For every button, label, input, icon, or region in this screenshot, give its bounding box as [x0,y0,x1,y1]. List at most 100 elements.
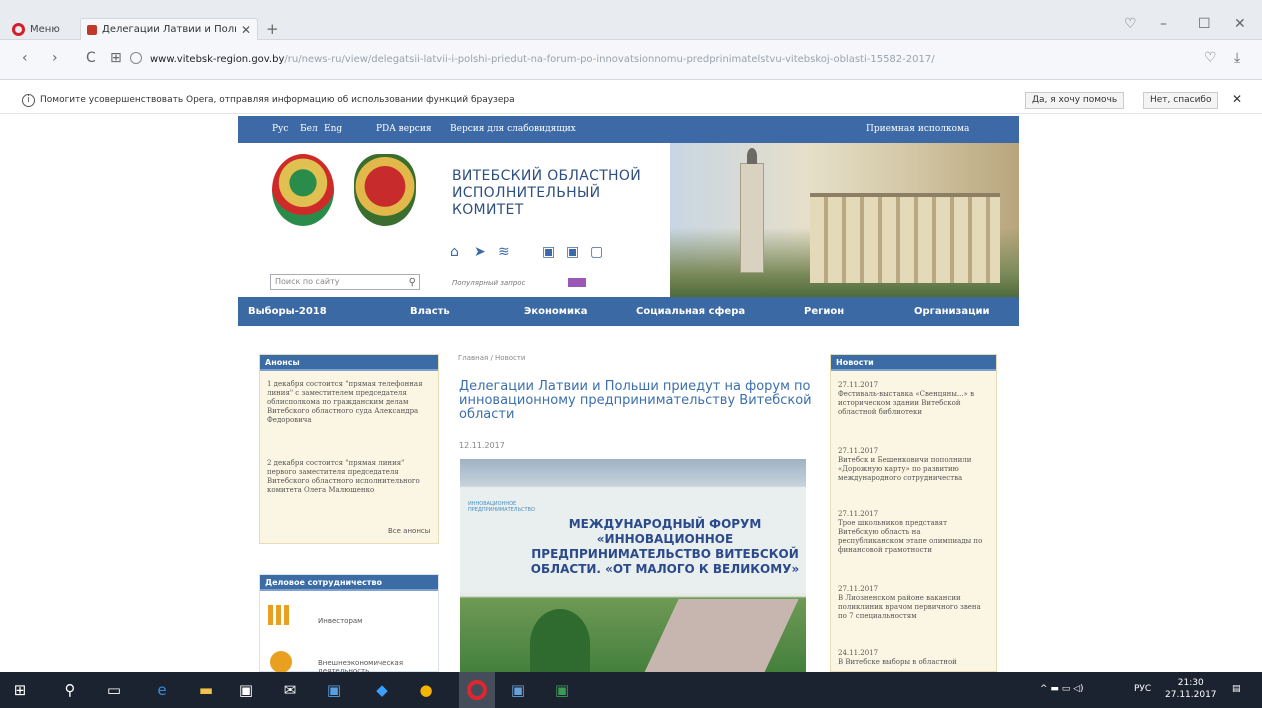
reception-link[interactable]: Приемная исполкома [866,124,969,134]
infobar-yes-button[interactable]: Да, я хочу помочь [1025,92,1125,109]
city-hall-tower [740,148,764,273]
address-bar-row: ‹ › C ⊞ www.vitebsk-region.gov.by/ru/new… [0,40,1262,80]
vitebsk-coat-of-arms-logo [354,154,416,226]
news-text: Фестиваль-выставка «Свенцяны...» в истор… [838,390,975,416]
announcement-item[interactable]: 2 декабря состоится "прямая линия" перво… [267,459,427,495]
input-language[interactable]: РУС [1134,684,1151,694]
store-icon[interactable]: ▣ [236,680,256,700]
minimize-button[interactable]: – [1160,16,1167,32]
globe-icon [130,52,142,64]
rss-icon[interactable]: ≋ [498,244,510,260]
opera-menu-label: Меню [30,23,60,35]
nav-government[interactable]: Власть [410,306,450,317]
info-icon: i [22,94,35,107]
globe-icon [270,651,292,673]
banner-overlay: ИННОВАЦИОННОЕ ПРЕДПРИНИМАТЕЛЬСТВО МЕЖДУН… [460,487,806,593]
home-icon[interactable]: ⌂ [450,244,459,260]
news-date: 27.11.2017 [838,510,879,518]
system-tray-icons[interactable]: ^ ▬ ▭ ◁) [1040,684,1084,694]
news-date: 24.11.2017 [838,649,879,657]
new-tab-button[interactable]: + [266,18,279,40]
article-title: Делегации Латвии и Польши приедут на фор… [459,379,812,422]
ok-icon[interactable]: ▣ [542,244,555,260]
tab-title: Делегации Латвии и Поль [102,24,236,35]
telegram-icon[interactable]: ➤ [474,244,486,260]
url-host: www.vitebsk-region.gov.by [150,54,285,65]
low-vision-link[interactable]: Версия для слабовидящих [450,124,576,134]
news-title: Новости [831,355,996,371]
lang-by-link[interactable]: Бел [300,124,318,134]
app-icon[interactable]: ▣ [324,680,344,700]
investors-link[interactable]: Инвесторам [318,617,362,625]
file-explorer-icon[interactable]: ▬ [196,680,216,700]
opera-menu-button[interactable]: Меню [12,18,60,40]
edge-icon[interactable]: e [152,680,172,700]
news-box: Новости 27.11.2017 Фестиваль-выставка «С… [830,354,997,672]
taskbar-clock[interactable]: 21:30 27.11.2017 [1165,677,1217,701]
flag-badge-icon[interactable] [568,278,586,287]
excel-icon[interactable]: ▣ [552,680,572,700]
search-icon[interactable]: ⚲ [409,276,416,290]
reload-button[interactable]: C [86,50,96,66]
banner-headline: МЕЖДУНАРОДНЫЙ ФОРУМ «ИННОВАЦИОННОЕ ПРЕДП… [530,517,800,576]
nav-organizations[interactable]: Организации [914,306,990,317]
download-icon[interactable]: ⤓ [1234,50,1240,66]
path-illustration [641,599,799,679]
clock-time: 21:30 [1177,678,1204,688]
speed-dial-icon[interactable]: ⊞ [110,50,122,66]
nav-economy[interactable]: Экономика [524,306,588,317]
business-box: Деловое сотрудничество Инвесторам Внешне… [259,574,439,675]
news-date: 27.11.2017 [838,447,879,455]
lang-en-link[interactable]: Eng [324,124,342,134]
opera-taskbar-icon[interactable] [459,672,495,708]
site-search-input[interactable]: Поиск по сайту ⚲ [270,274,420,290]
popular-query-label: Популярный запрос [452,279,526,287]
top-strip: Рус Бел Eng PDA версия Версия для слабов… [238,116,1019,143]
browser-tab-active[interactable]: Делегации Латвии и Поль ✕ [80,18,258,40]
clock-date: 27.11.2017 [1165,690,1217,700]
lang-ru-link[interactable]: Рус [272,124,288,134]
nav-region[interactable]: Регион [804,306,844,317]
news-text: Трое школьников представят Витебскую обл… [838,519,983,554]
site-header: Рус Бел Eng PDA версия Версия для слабов… [238,116,1019,326]
maximize-button[interactable]: ☐ [1198,16,1211,32]
pda-link[interactable]: PDA версия [376,124,432,134]
news-date: 27.11.2017 [838,585,879,593]
task-view-icon[interactable]: ▭ [104,680,124,700]
infobar-no-button[interactable]: Нет, спасибо [1143,92,1219,109]
news-item[interactable]: 27.11.2017 Трое школьников представят Ви… [838,510,986,555]
notifications-icon[interactable]: ▤ [1232,684,1241,694]
chrome-icon[interactable]: ● [416,680,436,700]
vk-icon[interactable]: ▢ [590,244,603,260]
nav-social[interactable]: Социальная сфера [636,306,745,317]
building-facade [810,193,1000,283]
heart-icon[interactable]: ♡ [1204,50,1217,66]
app-icon[interactable]: ◆ [372,680,392,700]
facebook-icon[interactable]: ▣ [566,244,579,260]
back-button[interactable]: ‹ [22,50,28,66]
news-item[interactable]: 27.11.2017 Витебск и Бешенковичи пополни… [838,447,986,483]
mail-icon[interactable]: ✉ [280,680,300,700]
news-item[interactable]: 27.11.2017 В Лиозненском районе вакансии… [838,585,986,621]
announcements-box: Анонсы 1 декабря состоится "прямая телеф… [259,354,439,544]
breadcrumb[interactable]: Главная / Новости [458,354,525,362]
nav-elections[interactable]: Выборы-2018 [248,306,327,317]
announcement-item[interactable]: 1 декабря состоится "прямая телефонная л… [267,380,427,425]
all-announcements-link[interactable]: Все анонсы [388,527,430,535]
tab-close-icon[interactable]: ✕ [241,23,251,37]
heart-icon[interactable]: ♡ [1124,16,1137,32]
news-item[interactable]: 24.11.2017 В Витебске выборы в областной [838,649,986,667]
url-field[interactable]: www.vitebsk-region.gov.by/ru/news-ru/vie… [150,50,1190,70]
browser-tabbar: Меню Делегации Латвии и Поль ✕ + ♡ – ☐ ✕ [0,0,1262,40]
forward-button[interactable]: › [52,50,58,66]
org-title[interactable]: ВИТЕБСКИЙ ОБЛАСТНОЙ ИСПОЛНИТЕЛЬНЫЙ КОМИТ… [452,168,641,219]
news-item[interactable]: 27.11.2017 Фестиваль-выставка «Свенцяны.… [838,381,986,417]
word-icon[interactable]: ▣ [508,680,528,700]
search-placeholder: Поиск по сайту [275,277,340,286]
search-icon[interactable]: ⚲ [60,680,80,700]
header-building-photo [670,143,1019,297]
close-window-button[interactable]: ✕ [1234,16,1246,32]
start-icon[interactable]: ⊞ [10,680,30,700]
infobar-close-icon[interactable]: ✕ [1226,92,1248,109]
org-title-line3: КОМИТЕТ [452,202,524,218]
